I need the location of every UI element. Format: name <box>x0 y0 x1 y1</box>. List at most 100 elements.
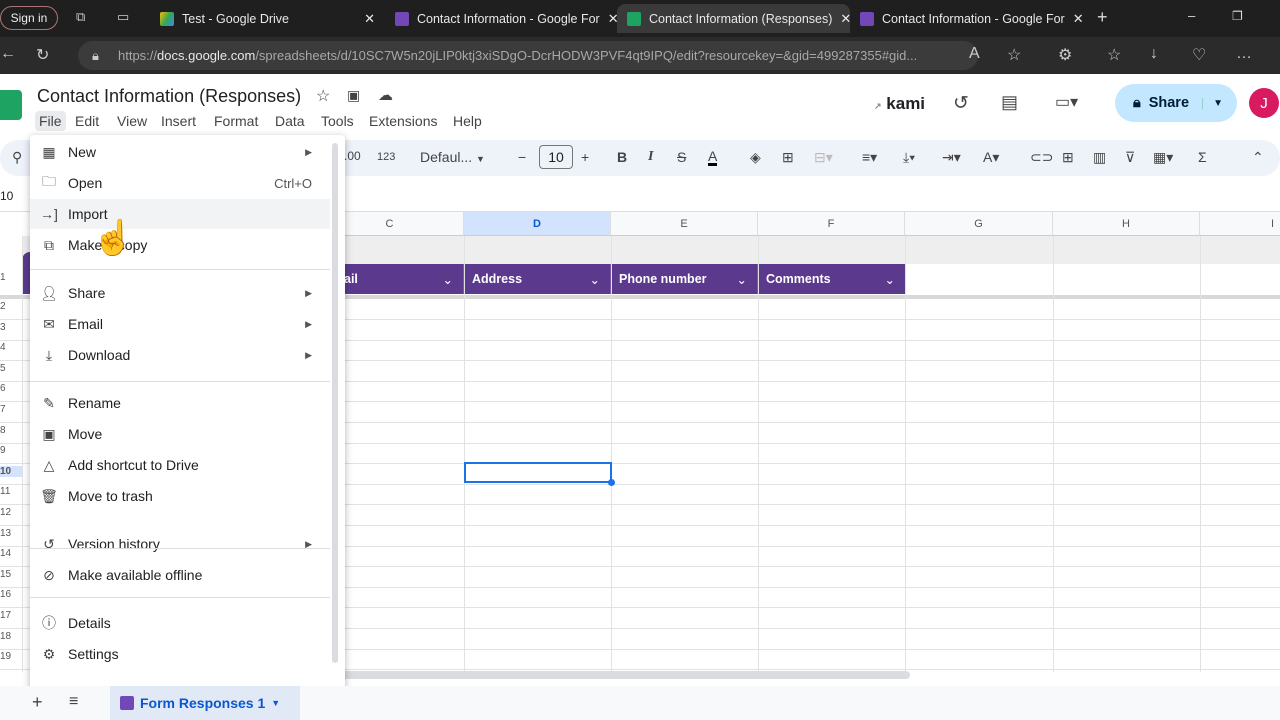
row-number[interactable]: 1 <box>0 272 22 283</box>
comments-icon[interactable]: ▤ <box>1001 92 1018 113</box>
kami-button[interactable]: ↗ kami <box>874 94 925 114</box>
share-dropdown-icon[interactable]: ▼ <box>1202 97 1223 109</box>
column-header-d[interactable]: D <box>464 212 611 236</box>
insert-chart-icon[interactable]: ▥ <box>1093 149 1106 166</box>
menu-item-email[interactable]: ✉ Email ▶ <box>30 309 330 339</box>
column-header-i[interactable]: I <box>1200 212 1280 236</box>
menu-item-move-to-trash[interactable]: 🗑︎ Move to trash <box>30 481 330 511</box>
favorite-star-icon[interactable]: ☆ <box>1007 45 1021 65</box>
menu-edit[interactable]: Edit <box>71 111 103 131</box>
name-box[interactable]: 10 <box>0 189 13 203</box>
menu-item-open[interactable]: 🗀 Open Ctrl+O <box>30 168 330 198</box>
download-icon[interactable]: ↓ <box>1150 45 1158 63</box>
text-rotation-icon[interactable]: A▾ <box>983 149 999 166</box>
row-number[interactable]: 6 <box>0 383 22 394</box>
menu-item-version-history[interactable]: ↺ Version history ▶ <box>30 529 330 559</box>
signin-button[interactable]: Sign in <box>0 6 58 30</box>
cloud-status-icon[interactable]: ☁ <box>378 86 393 104</box>
menu-item-rename[interactable]: ✎ Rename <box>30 388 330 418</box>
text-color-icon[interactable]: A <box>708 149 718 166</box>
row-number[interactable]: 3 <box>0 322 22 333</box>
close-tab-icon[interactable]: ✕ <box>1073 11 1084 27</box>
row-number[interactable]: 2 <box>0 301 22 312</box>
column-header-f[interactable]: F <box>758 212 905 236</box>
align-icon[interactable]: ≡▾ <box>862 149 877 166</box>
row-number[interactable]: 9 <box>0 445 22 456</box>
search-menus-icon[interactable]: ⚲ <box>12 149 22 166</box>
font-size-input[interactable]: 10 <box>539 145 573 169</box>
restore-icon[interactable]: ❐ <box>1232 9 1243 23</box>
menu-item-download[interactable]: ⤓ Download ▶ <box>30 340 330 370</box>
minimize-icon[interactable]: – <box>1188 8 1195 23</box>
add-sheet-icon[interactable]: + <box>32 692 43 713</box>
extensions-icon[interactable]: ⚙ <box>1058 45 1072 65</box>
tab-forms-2[interactable]: Contact Information - Google For ✕ <box>850 4 1085 33</box>
insert-comment-icon[interactable]: ⊞ <box>1062 149 1074 166</box>
row-number[interactable]: 5 <box>0 363 22 374</box>
menu-item-import[interactable]: →] Import <box>30 199 330 229</box>
chevron-down-icon[interactable]: ⌄ <box>590 272 600 287</box>
menu-view[interactable]: View <box>113 111 151 131</box>
menu-item-settings[interactable]: ⚙ Settings <box>30 639 330 669</box>
row-number[interactable]: 15 <box>0 569 22 580</box>
filter-views-icon[interactable]: ▦▾ <box>1153 149 1173 166</box>
row-number[interactable]: 8 <box>0 425 22 436</box>
menu-item-details[interactable]: ⓘ Details <box>30 608 330 638</box>
row-number[interactable]: 4 <box>0 342 22 353</box>
row-number[interactable]: 19 <box>0 651 22 662</box>
font-select[interactable]: Defaul... ▼ <box>420 149 485 165</box>
tab-responses[interactable]: Contact Information (Responses) ✕ <box>617 4 850 33</box>
menu-help[interactable]: Help <box>449 111 486 131</box>
more-icon[interactable]: … <box>1236 45 1252 63</box>
sheet-tab-form-responses-1[interactable]: Form Responses 1 ▼ <box>110 686 300 720</box>
fill-handle[interactable] <box>608 479 615 486</box>
decrease-decimal-button[interactable]: .00 <box>344 149 361 163</box>
chevron-down-icon[interactable]: ⌄ <box>443 272 453 287</box>
url-input[interactable]: 🔒︎ https://docs.google.com/spreadsheets/… <box>78 41 978 70</box>
row-number[interactable]: 10 <box>0 465 22 477</box>
tab-forms-1[interactable]: Contact Information - Google For ✕ <box>385 4 617 33</box>
vertical-align-icon[interactable]: ⤓▾ <box>903 149 915 166</box>
row-number[interactable]: 18 <box>0 631 22 642</box>
collapse-toolbar-icon[interactable]: ⌃ <box>1252 149 1264 166</box>
workspaces-icon[interactable]: ⧉ <box>76 9 85 25</box>
menu-item-make-available-offline[interactable]: ⊘ Make available offline <box>30 560 330 590</box>
row-number[interactable]: 13 <box>0 528 22 539</box>
increase-font-size-button[interactable]: + <box>581 149 589 165</box>
link-icon[interactable]: ⊂⊃ <box>1030 149 1053 166</box>
column-header-h[interactable]: H <box>1053 212 1200 236</box>
close-tab-icon[interactable]: ✕ <box>364 11 375 27</box>
italic-button[interactable]: I <box>648 149 653 165</box>
functions-icon[interactable]: Σ <box>1198 149 1207 165</box>
version-history-icon[interactable]: ↺ <box>953 92 969 115</box>
fill-color-icon[interactable]: ◈ <box>750 149 761 166</box>
back-icon[interactable]: ← <box>0 45 16 63</box>
header-phone-number[interactable]: Phone number ⌄ <box>611 264 758 294</box>
more-formats-button[interactable]: 123 <box>377 151 395 163</box>
merge-cells-icon[interactable]: ⊟▾ <box>814 149 833 166</box>
menu-item-new[interactable]: ▦ New ▶ <box>30 137 330 167</box>
browser-essentials-icon[interactable]: ♡ <box>1192 45 1206 65</box>
new-tab-icon[interactable]: + <box>1097 7 1108 28</box>
menu-item-move[interactable]: ▣ Move <box>30 419 330 449</box>
close-tab-icon[interactable]: ✕ <box>608 11 617 27</box>
header-address[interactable]: Address ⌄ <box>464 264 611 294</box>
close-tab-icon[interactable]: ✕ <box>840 11 850 27</box>
move-folder-icon[interactable]: ▣ <box>347 87 360 104</box>
document-title[interactable]: Contact Information (Responses) <box>37 86 301 107</box>
menu-data[interactable]: Data <box>271 111 309 131</box>
menu-insert[interactable]: Insert <box>157 111 200 131</box>
menu-file[interactable]: File <box>35 111 66 131</box>
tab-google-drive[interactable]: Test - Google Drive ✕ <box>150 4 385 33</box>
avatar[interactable]: J <box>1249 88 1279 118</box>
selected-cell-d10[interactable] <box>464 462 612 483</box>
horizontal-scrollbar[interactable] <box>340 671 910 679</box>
favorites-icon[interactable]: ☆ <box>1107 45 1121 65</box>
filter-icon[interactable]: ⊽ <box>1125 149 1135 166</box>
decrease-font-size-button[interactable]: − <box>518 149 526 165</box>
row-number[interactable]: 17 <box>0 610 22 621</box>
tab-actions-icon[interactable]: ▭ <box>117 9 129 25</box>
borders-icon[interactable]: ⊞ <box>782 149 794 166</box>
reload-icon[interactable]: ↻ <box>36 45 49 65</box>
menu-extensions[interactable]: Extensions <box>365 111 441 131</box>
